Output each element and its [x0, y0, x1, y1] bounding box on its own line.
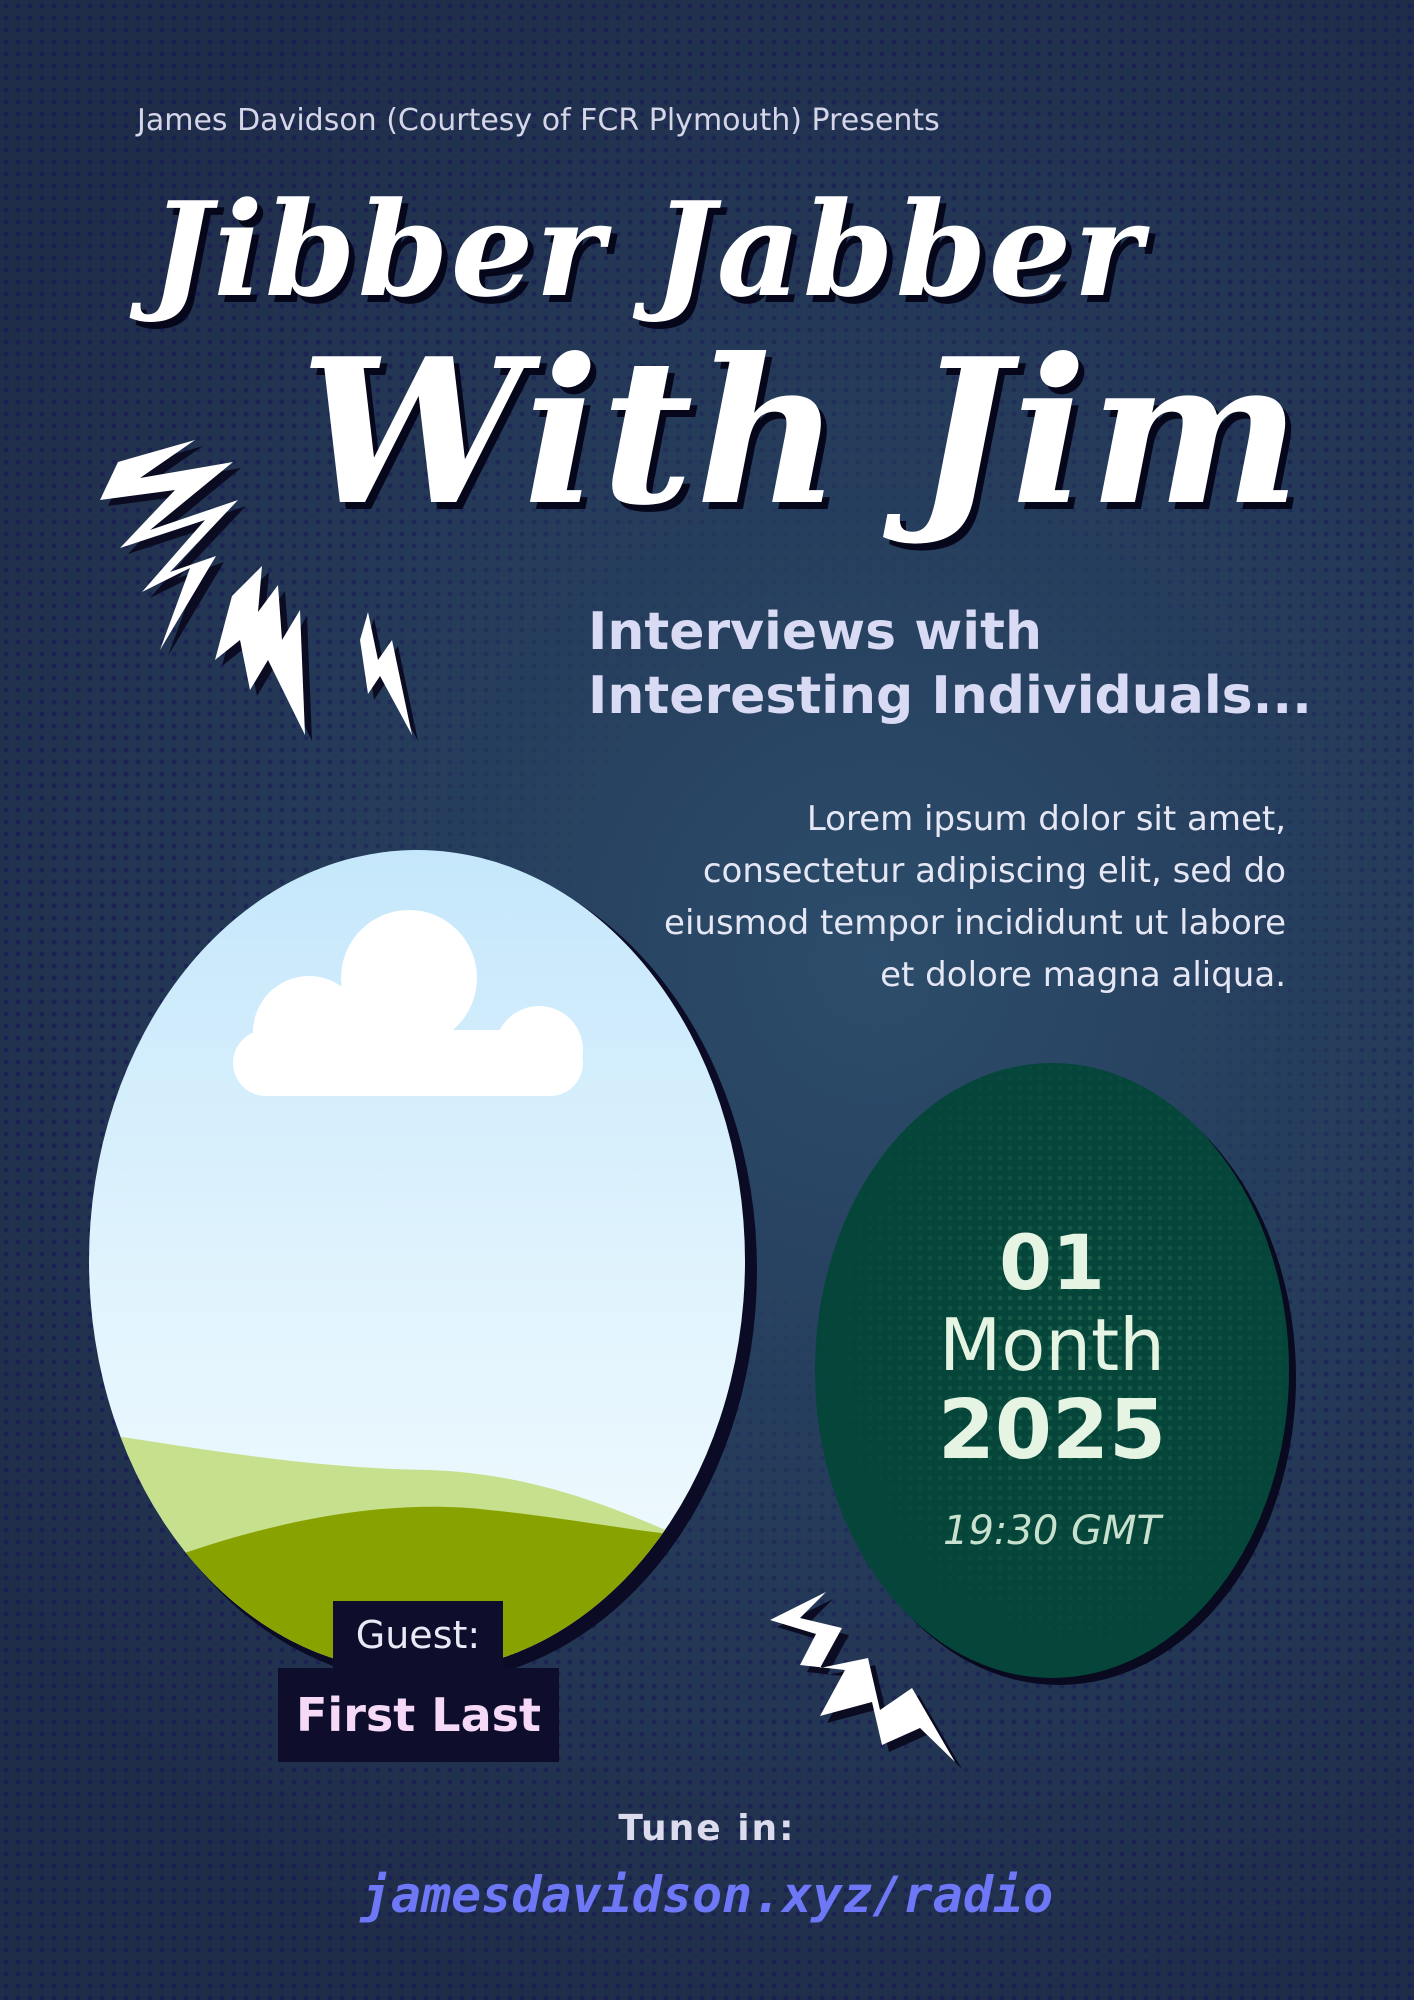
cloud-icon: [233, 910, 583, 1096]
guest-name: First Last: [278, 1668, 559, 1762]
radio-url-link[interactable]: jamesdavidson.xyz/radio: [0, 1866, 1414, 1924]
lightning-bolt-icon: [215, 566, 312, 741]
lightning-bolt-icon: [100, 440, 246, 656]
tagline: Interviews with Interesting Individuals.…: [588, 600, 1312, 728]
date-year: 2025: [937, 1383, 1167, 1478]
poster: James Davidson (Courtesy of FCR Plymouth…: [0, 0, 1414, 2000]
date-day: 01: [999, 1218, 1105, 1307]
date-time: 19:30 GMT: [943, 1508, 1161, 1554]
tune-in-label: Tune in:: [618, 1808, 796, 1849]
guest-label: Guest:: [333, 1601, 503, 1669]
date-badge: 01 Month 2025 19:30 GMT: [815, 1063, 1289, 1678]
lightning-bolt-icon: [360, 612, 418, 741]
guest-photo-oval: [89, 850, 745, 1672]
date-month: Month: [939, 1303, 1165, 1387]
tagline-line-2: Interesting Individuals...: [588, 666, 1312, 726]
tagline-line-1: Interviews with: [588, 602, 1042, 662]
